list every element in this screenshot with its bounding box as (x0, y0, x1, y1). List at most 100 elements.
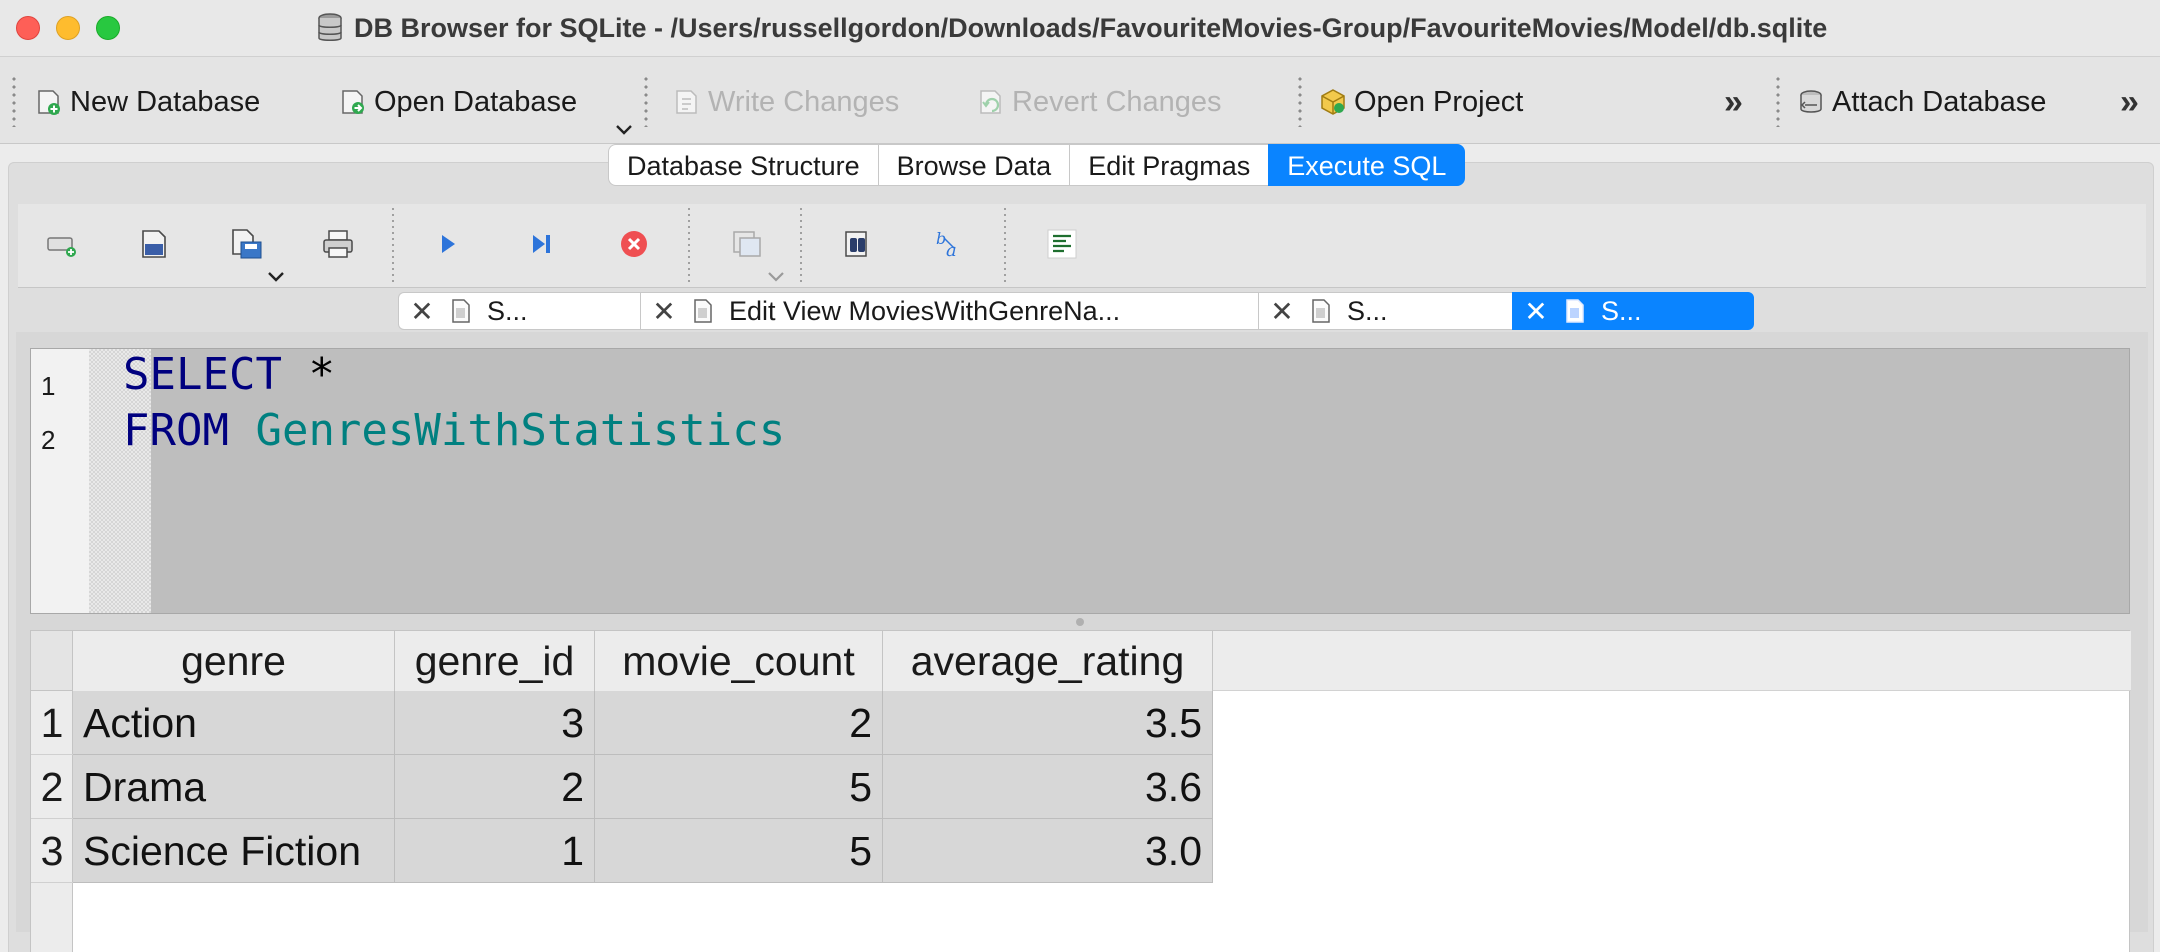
tab-edit-pragmas[interactable]: Edit Pragmas (1069, 144, 1269, 186)
stop-execution-icon[interactable] (616, 226, 652, 262)
toolbar-grip[interactable] (644, 75, 648, 127)
document-icon (1312, 299, 1330, 323)
toolbar-grip[interactable] (1298, 75, 1302, 127)
results-grid[interactable]: genre genre_id movie_count average_ratin… (30, 630, 2131, 952)
toolbar-separator (688, 206, 690, 286)
toolbar-overflow-icon[interactable]: » (2120, 83, 2139, 122)
sql-editor[interactable]: 1 2 SELECT * FROM GenresWithStatistics (30, 348, 2130, 614)
column-header-average-rating[interactable]: average_rating (883, 631, 1213, 691)
close-tab-icon[interactable]: ✕ (1265, 295, 1299, 328)
toolbar-grip[interactable] (1776, 75, 1780, 127)
editor-tab-label: S... (487, 295, 528, 326)
close-tab-icon[interactable]: ✕ (647, 295, 681, 328)
find-icon[interactable] (840, 226, 876, 262)
table-cell[interactable]: 3.0 (883, 819, 1213, 883)
toolbar-grip[interactable] (12, 75, 16, 127)
new-database-icon (38, 90, 60, 115)
minimize-window-button[interactable] (56, 16, 80, 40)
maximize-window-button[interactable] (96, 16, 120, 40)
save-results-view-icon[interactable] (728, 226, 764, 262)
splitter-handle[interactable] (1076, 618, 1084, 626)
find-replace-icon[interactable]: b a (932, 226, 968, 262)
line-number: 1 (41, 371, 56, 401)
save-sql-menu-chevron-icon[interactable] (266, 270, 286, 284)
editor-tab[interactable]: ✕ Edit View MoviesWithGenreNa... (640, 292, 1258, 330)
write-changes-icon (676, 90, 697, 114)
table-cell[interactable]: 3 (395, 691, 595, 755)
sql-keyword: FROM (123, 405, 229, 456)
open-project-button[interactable]: Open Project (1318, 79, 1523, 125)
toolbar-separator (392, 206, 394, 286)
toolbar-separator (1004, 206, 1006, 286)
write-changes-button[interactable]: Write Changes (672, 79, 899, 125)
line-number: 2 (41, 425, 56, 455)
close-window-button[interactable] (16, 16, 40, 40)
new-database-label: New Database (70, 85, 261, 118)
row-number[interactable]: 1 (31, 691, 73, 755)
attach-database-label: Attach Database (1832, 85, 2047, 118)
open-sql-file-icon[interactable] (136, 226, 172, 262)
execute-all-icon[interactable] (430, 226, 466, 262)
open-database-button[interactable]: Open Database (338, 79, 577, 125)
revert-changes-button[interactable]: Revert Changes (976, 79, 1222, 125)
revert-changes-icon (980, 90, 1001, 114)
editor-tab-bar: ✕ S... ✕ Edit View MoviesWithGenreNa... … (398, 292, 1754, 330)
close-tab-icon[interactable]: ✕ (405, 295, 439, 328)
document-icon (1566, 299, 1584, 323)
line-number-gutter: 1 2 (31, 349, 89, 613)
title-bar: DB Browser for SQLite - /Users/russellgo… (0, 0, 2160, 56)
column-header-genre[interactable]: genre (73, 631, 395, 691)
execute-current-line-icon[interactable] (524, 226, 560, 262)
editor-tab[interactable]: ✕ S... (398, 292, 640, 330)
write-changes-label: Write Changes (708, 85, 900, 118)
new-database-button[interactable]: New Database (34, 79, 260, 125)
sql-keyword: SELECT (123, 349, 282, 400)
table-cell[interactable]: 1 (395, 819, 595, 883)
tab-execute-sql[interactable]: Execute SQL (1268, 144, 1466, 186)
editor-tab-active[interactable]: ✕ S... (1512, 292, 1754, 330)
table-cell[interactable]: 3.5 (883, 691, 1213, 755)
revert-changes-label: Revert Changes (1012, 85, 1222, 118)
window-title: DB Browser for SQLite - /Users/russellgo… (354, 12, 1828, 43)
open-database-icon (342, 90, 364, 114)
open-tab-icon[interactable] (44, 226, 80, 262)
row-number[interactable]: 3 (31, 819, 73, 883)
grid-corner[interactable] (31, 631, 73, 691)
print-icon[interactable] (320, 226, 356, 262)
table-cell[interactable]: 2 (595, 691, 883, 755)
table-cell[interactable]: 5 (595, 819, 883, 883)
svg-text:a: a (946, 240, 957, 261)
column-header-movie-count[interactable]: movie_count (595, 631, 883, 691)
close-tab-icon[interactable]: ✕ (1519, 295, 1553, 328)
column-header-genre-id[interactable]: genre_id (395, 631, 595, 691)
editor-tab-label: Edit View MoviesWithGenreNa... (729, 295, 1121, 326)
save-results-menu-chevron-icon[interactable] (766, 270, 786, 284)
save-sql-file-icon[interactable] (228, 226, 264, 262)
table-cell[interactable]: Science Fiction (73, 819, 395, 883)
open-database-menu-chevron-icon[interactable] (614, 123, 634, 137)
table-cell[interactable]: Drama (73, 755, 395, 819)
toolbar-separator (800, 206, 802, 286)
editor-tab[interactable]: ✕ S... (1258, 292, 1512, 330)
table-cell[interactable]: 5 (595, 755, 883, 819)
document-icon (694, 299, 712, 323)
table-cell[interactable]: 2 (395, 755, 595, 819)
sql-identifier: GenresWithStatistics (228, 405, 786, 456)
row-number[interactable]: 2 (31, 755, 73, 819)
open-database-label: Open Database (374, 85, 578, 118)
attach-database-button[interactable]: Attach Database (1796, 79, 2046, 125)
table-cell[interactable]: 3.6 (883, 755, 1213, 819)
table-cell[interactable]: Action (73, 691, 395, 755)
editor-tab-label: S... (1347, 295, 1388, 326)
document-icon (452, 299, 470, 323)
toolbar-overflow-icon[interactable]: » (1724, 83, 1743, 122)
editor-tab-label: S... (1601, 295, 1642, 326)
main-tab-bar: Database Structure Browse Data Edit Prag… (608, 144, 1466, 186)
row-header-column: 1 2 3 (31, 691, 73, 952)
code-line: FROM GenresWithStatistics (123, 405, 785, 456)
sql-text: * (281, 349, 335, 400)
window-title-wrap: DB Browser for SQLite - /Users/russellgo… (316, 10, 1827, 46)
tab-database-structure[interactable]: Database Structure (608, 144, 878, 186)
comment-lines-icon[interactable] (1044, 226, 1080, 262)
tab-browse-data[interactable]: Browse Data (877, 144, 1070, 186)
